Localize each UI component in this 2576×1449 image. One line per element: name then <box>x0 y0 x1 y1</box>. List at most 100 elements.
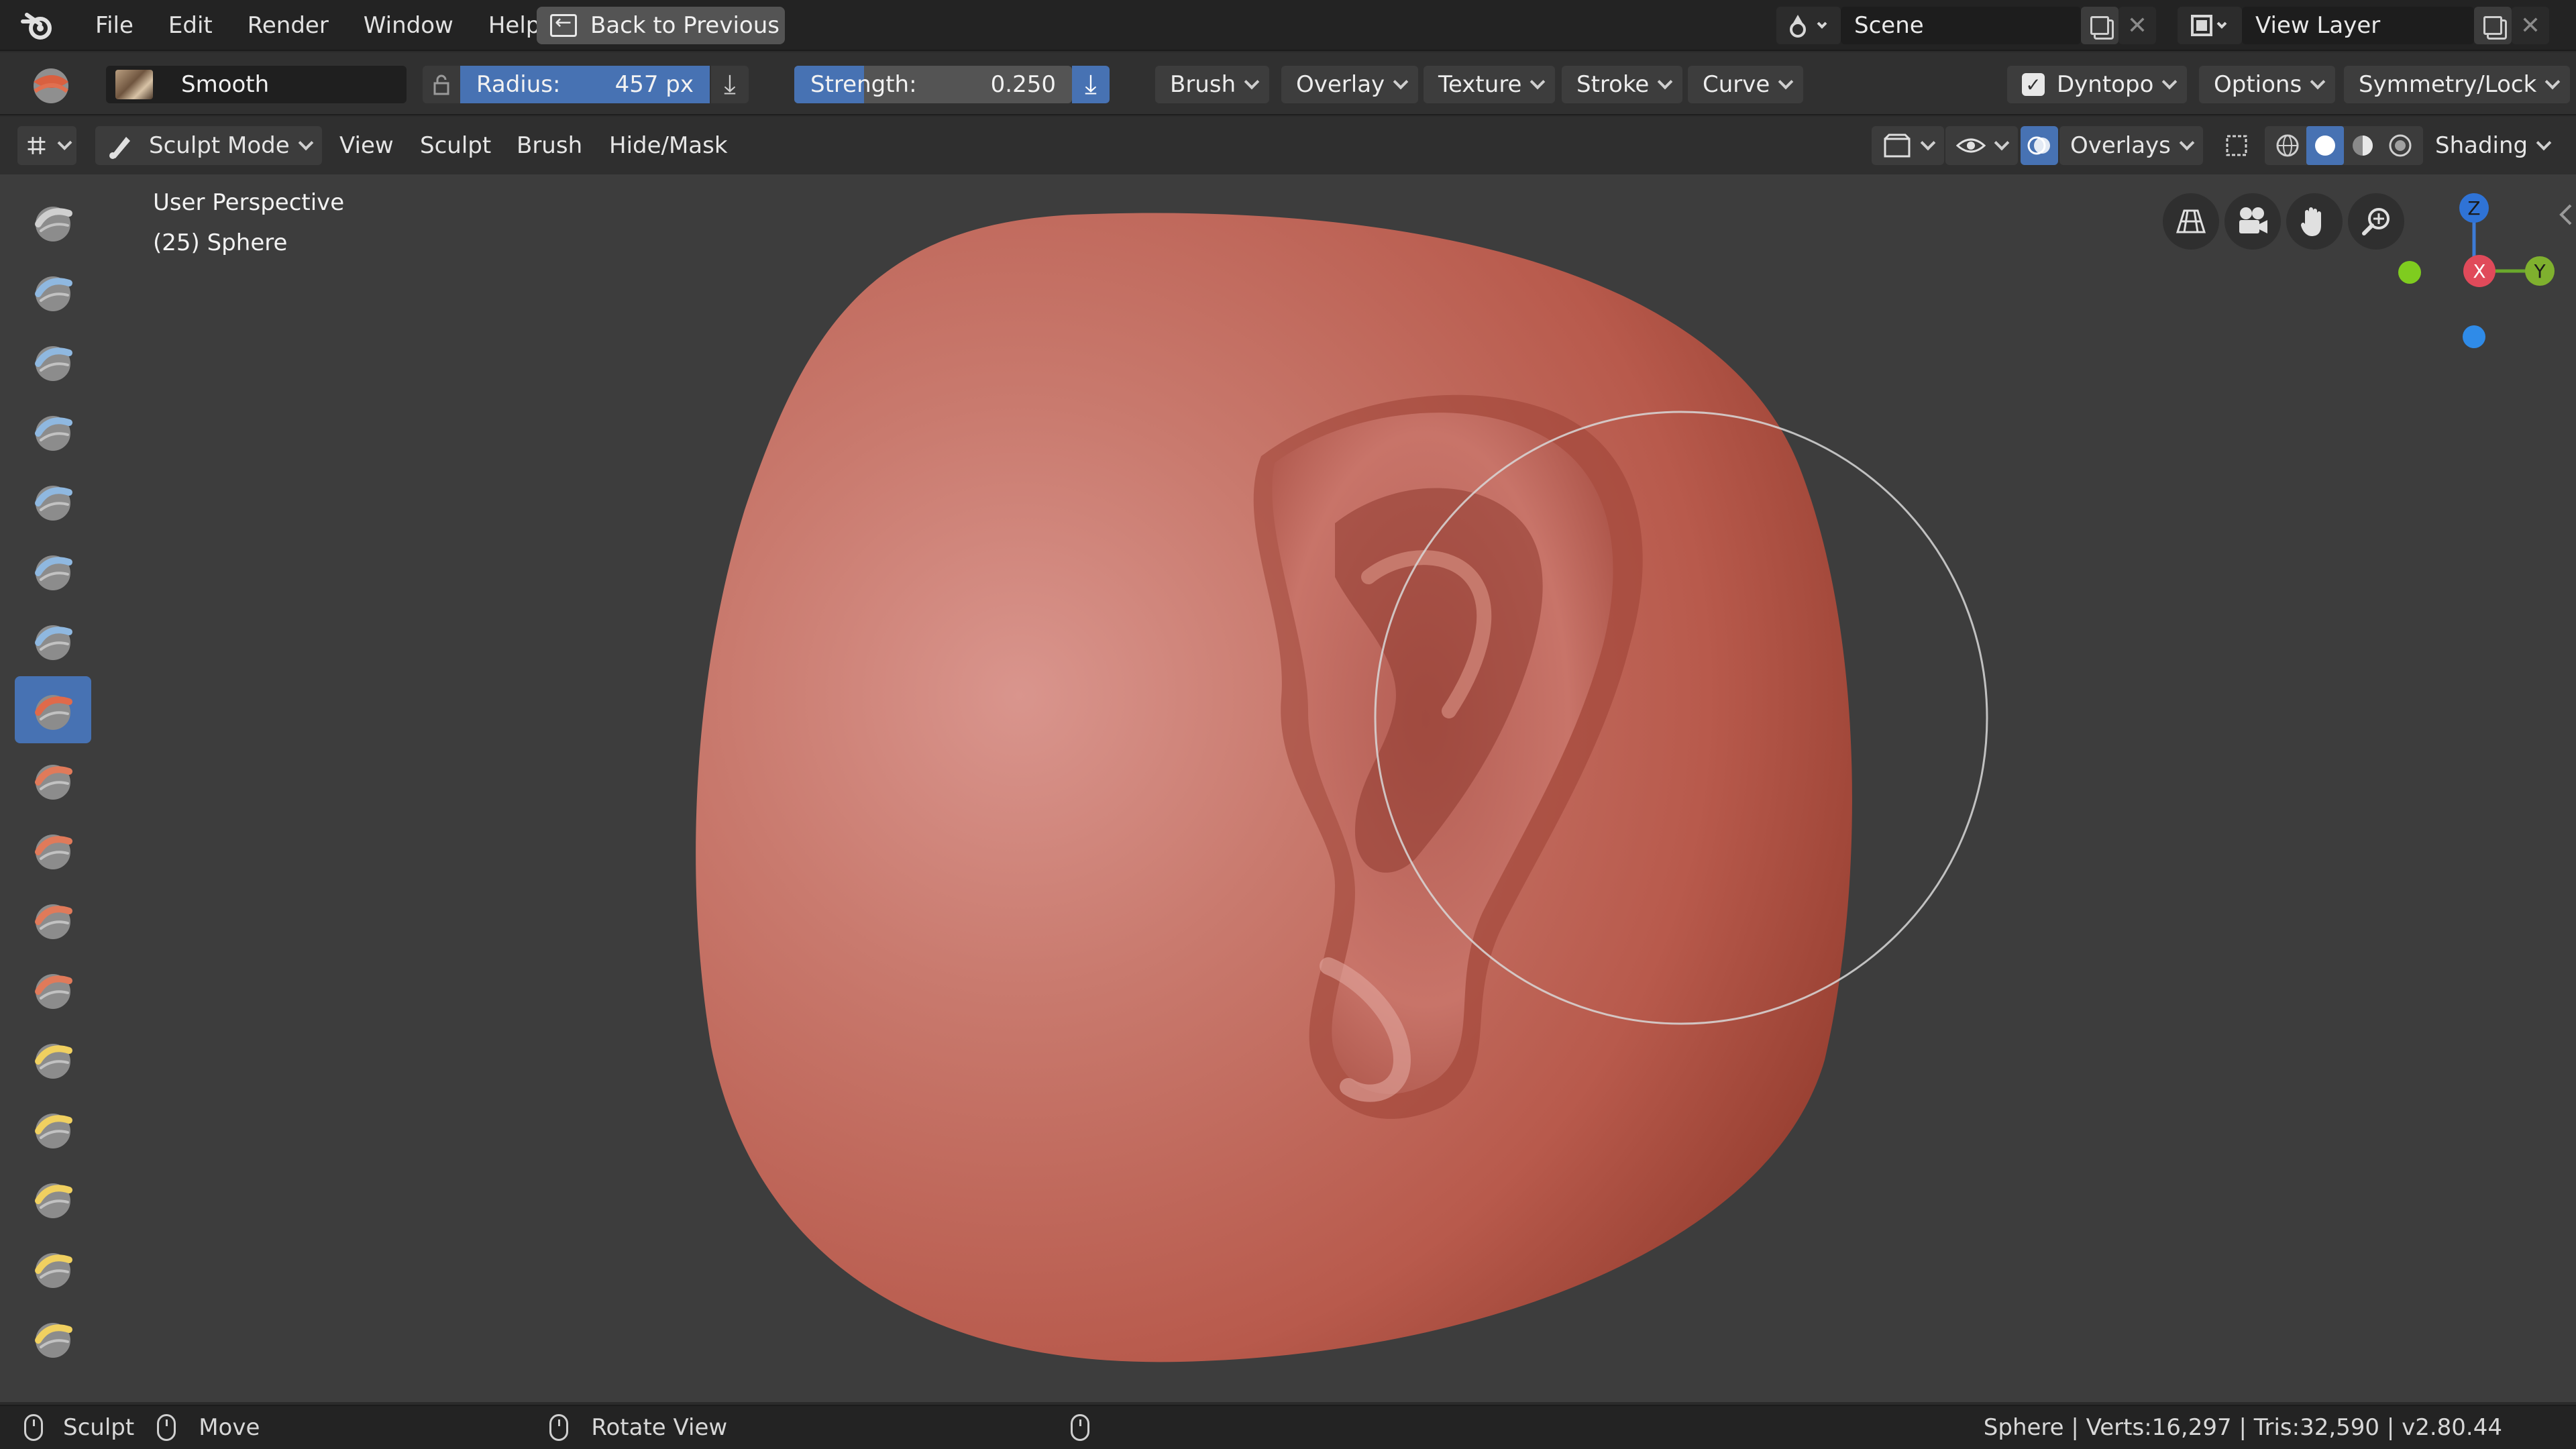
wireframe-shading-button[interactable] <box>2269 126 2306 165</box>
tool-smooth[interactable] <box>15 676 91 743</box>
overlay-menu[interactable]: Overlay <box>1281 66 1419 103</box>
xray-toggle[interactable] <box>2218 126 2255 165</box>
tool-nudge[interactable] <box>15 1234 91 1301</box>
radius-value: 457 px <box>614 71 694 98</box>
fill-brush-icon <box>35 835 72 869</box>
view-object-types-button[interactable] <box>1872 126 1944 165</box>
grid-icon <box>2176 209 2206 233</box>
radius-slider[interactable]: Radius: 457 px <box>460 66 710 103</box>
status-move: Move <box>199 1414 260 1441</box>
overlays-toggle[interactable] <box>2021 126 2058 165</box>
menu-file[interactable]: File <box>78 12 151 39</box>
overlays-icon <box>2027 136 2050 155</box>
xray-icon <box>2226 135 2247 156</box>
menu-hide-mask[interactable]: Hide/Mask <box>609 126 728 165</box>
inflate-brush-icon <box>35 486 72 521</box>
mode-selector[interactable]: Sculpt Mode <box>95 126 322 165</box>
options-menu[interactable]: Options <box>2199 66 2336 103</box>
new-scene-button[interactable] <box>2081 7 2118 44</box>
object-types-icon <box>1884 133 1911 158</box>
overlays-label: Overlays <box>2070 132 2171 159</box>
tool-clay-strips[interactable] <box>15 327 91 394</box>
pinch-brush-icon <box>35 974 72 1009</box>
brush-menu[interactable]: Brush <box>1155 66 1270 103</box>
clay-strips-brush-icon <box>35 346 72 381</box>
strength-slider[interactable]: Strength: 0.250 <box>794 66 1072 103</box>
tool-draw[interactable] <box>15 188 91 255</box>
scene-statistics: Sphere | Verts:16,297 | Tris:32,590 | v2… <box>1983 1414 2502 1441</box>
tool-crease[interactable] <box>15 606 91 674</box>
delete-view-layer-button[interactable]: ✕ <box>2512 7 2549 44</box>
tool-thumb[interactable] <box>15 1165 91 1232</box>
camera-view-button[interactable] <box>2224 193 2281 250</box>
tool-layer[interactable] <box>15 397 91 464</box>
radius-lock-button[interactable] <box>423 66 460 103</box>
blender-logo-icon[interactable] <box>20 7 58 44</box>
strength-pressure-button[interactable]: ⤓ <box>1072 66 1110 103</box>
scene-name-field[interactable]: Scene <box>1841 7 2081 44</box>
dyntopo-checkbox[interactable]: ✓ <box>2022 73 2045 96</box>
scene-icon <box>1790 15 1827 38</box>
symmetry-lock-menu[interactable]: Symmetry/Lock <box>2344 66 2571 103</box>
rendered-shading-button[interactable] <box>2381 126 2419 165</box>
tool-flatten[interactable] <box>15 746 91 813</box>
material-shading-button[interactable] <box>2344 126 2381 165</box>
menu-view[interactable]: View <box>339 126 394 165</box>
tool-pinch[interactable] <box>15 955 91 1022</box>
tool-grab[interactable] <box>15 1025 91 1092</box>
new-view-layer-button[interactable] <box>2474 7 2512 44</box>
scene-browse-button[interactable] <box>1776 7 1841 44</box>
strength-label: Strength: <box>810 71 917 98</box>
sidebar-expand-arrow[interactable] <box>2556 201 2576 228</box>
hand-icon <box>2301 207 2321 236</box>
overlays-menu[interactable]: Overlays <box>2059 126 2203 165</box>
tool-scrape[interactable] <box>15 885 91 953</box>
menu-edit[interactable]: Edit <box>151 12 230 39</box>
delete-scene-button[interactable]: ✕ <box>2118 7 2156 44</box>
tool-inflate[interactable] <box>15 467 91 534</box>
texture-menu-label: Texture <box>1438 71 1522 98</box>
tool-snake-hook[interactable] <box>15 1095 91 1162</box>
pressure-icon: ⤓ <box>724 69 736 100</box>
back-to-previous-label: Back to Previous <box>590 12 780 39</box>
clay-brush-icon <box>35 276 72 311</box>
viewport-header: Sculpt Mode View Sculpt Brush Hide/Mask … <box>0 117 2576 174</box>
navigation-gizmo[interactable]: Z Y X <box>2388 174 2563 349</box>
tool-settings-header: Smooth Radius: 457 px ⤓ Strength: 0.250 … <box>0 52 2576 115</box>
menu-render[interactable]: Render <box>230 12 346 39</box>
brush-name-field[interactable]: Smooth <box>106 66 407 103</box>
y-axis-label: Y <box>2533 260 2546 282</box>
solid-shading-button[interactable] <box>2306 126 2344 165</box>
back-to-previous-button[interactable]: Back to Previous <box>537 7 785 44</box>
visibility-button[interactable] <box>1945 126 2018 165</box>
sculpt-brush-icon <box>109 137 130 159</box>
view-layer-browse-button[interactable] <box>2178 7 2242 44</box>
tool-clay[interactable] <box>15 258 91 325</box>
dyntopo-menu[interactable]: ✓ Dyntopo <box>2007 66 2188 103</box>
brush-texture-thumbnail <box>115 70 153 99</box>
menu-sculpt[interactable]: Sculpt <box>420 126 491 165</box>
curve-menu[interactable]: Curve <box>1688 66 1804 103</box>
rotate-brush-icon <box>35 1323 72 1358</box>
3d-viewport[interactable]: User Perspective (25) Sphere Z Y X <box>0 174 2576 1402</box>
view-layer-name-field[interactable]: View Layer <box>2242 7 2474 44</box>
shading-label: Shading <box>2435 132 2528 159</box>
shading-menu[interactable]: Shading <box>2435 126 2549 165</box>
editor-type-button[interactable] <box>17 126 76 165</box>
stroke-menu[interactable]: Stroke <box>1562 66 1683 103</box>
toggle-ortho-button[interactable] <box>2163 193 2219 250</box>
smooth-brush-icon[interactable] <box>25 62 74 106</box>
tool-rotate[interactable] <box>15 1304 91 1371</box>
layer-brush-icon <box>35 416 72 451</box>
pan-view-button[interactable] <box>2286 193 2343 250</box>
flatten-brush-icon <box>35 765 72 800</box>
menu-brush[interactable]: Brush <box>517 126 582 165</box>
menu-window[interactable]: Window <box>346 12 471 39</box>
scrape-brush-icon <box>35 904 72 939</box>
tool-blob[interactable] <box>15 537 91 604</box>
wireframe-icon <box>2276 134 2299 157</box>
radius-pressure-button[interactable]: ⤓ <box>711 66 749 103</box>
tool-fill[interactable] <box>15 816 91 883</box>
status-sculpt: Sculpt <box>63 1414 135 1441</box>
texture-menu[interactable]: Texture <box>1424 66 1556 103</box>
